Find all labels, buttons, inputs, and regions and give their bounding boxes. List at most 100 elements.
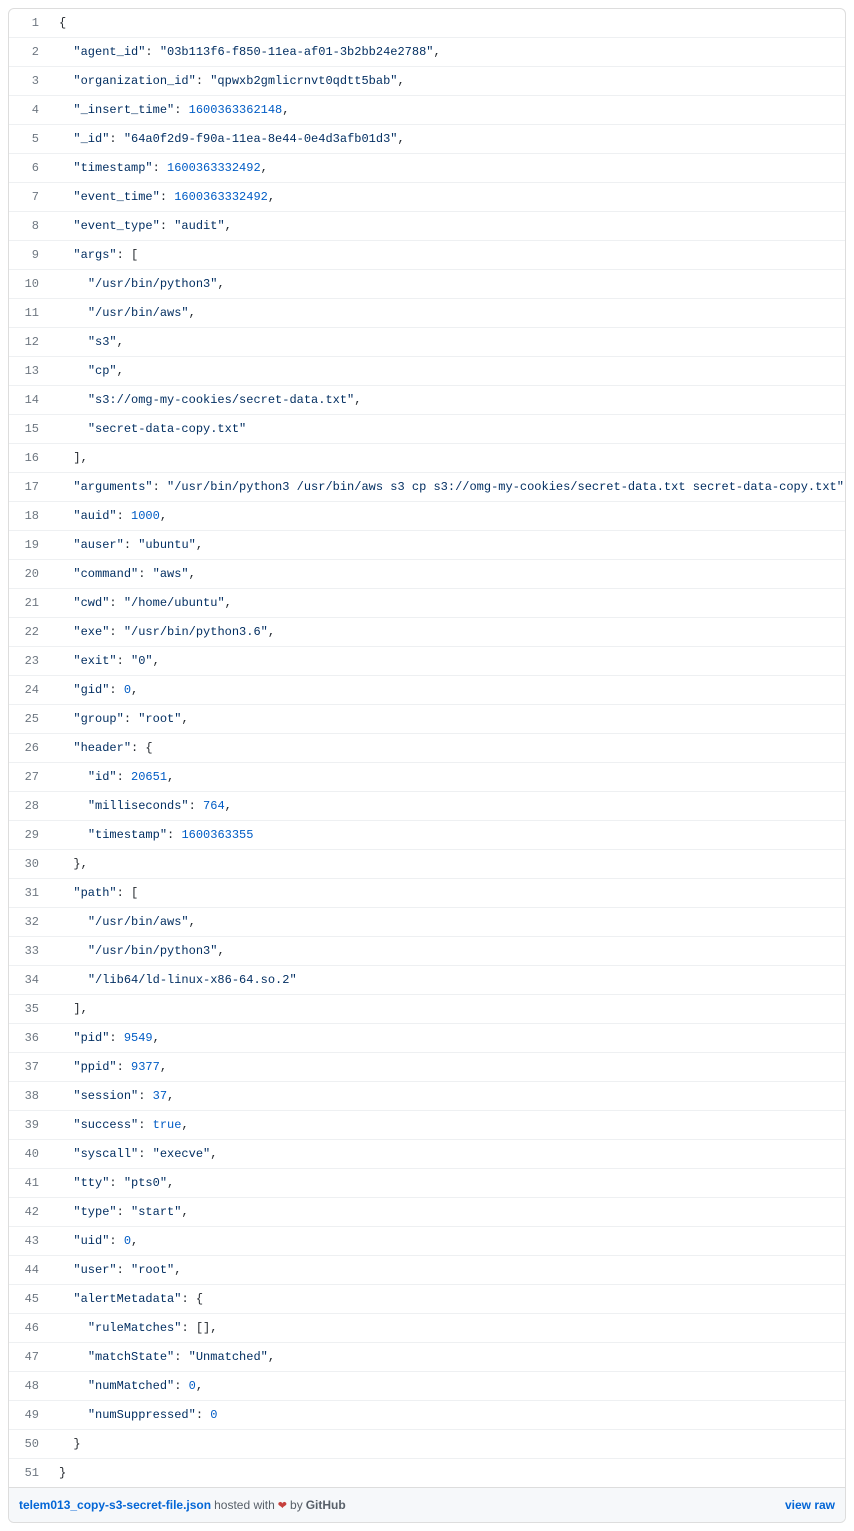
line-content[interactable]: "auid": 1000, bbox=[49, 502, 846, 531]
line-content[interactable]: "timestamp": 1600363332492, bbox=[49, 154, 846, 183]
line-number[interactable]: 29 bbox=[9, 821, 49, 850]
line-content[interactable]: "tty": "pts0", bbox=[49, 1169, 846, 1198]
line-content[interactable]: } bbox=[49, 1430, 846, 1459]
line-content[interactable]: "group": "root", bbox=[49, 705, 846, 734]
line-content[interactable]: "exit": "0", bbox=[49, 647, 846, 676]
line-content[interactable]: "success": true, bbox=[49, 1111, 846, 1140]
line-number[interactable]: 14 bbox=[9, 386, 49, 415]
line-content[interactable]: { bbox=[49, 9, 846, 38]
line-number[interactable]: 9 bbox=[9, 241, 49, 270]
line-number[interactable]: 26 bbox=[9, 734, 49, 763]
line-number[interactable]: 21 bbox=[9, 589, 49, 618]
line-number[interactable]: 12 bbox=[9, 328, 49, 357]
line-content[interactable]: ], bbox=[49, 995, 846, 1024]
line-number[interactable]: 47 bbox=[9, 1343, 49, 1372]
line-number[interactable]: 27 bbox=[9, 763, 49, 792]
line-number[interactable]: 41 bbox=[9, 1169, 49, 1198]
line-content[interactable]: "auser": "ubuntu", bbox=[49, 531, 846, 560]
line-number[interactable]: 51 bbox=[9, 1459, 49, 1488]
line-number[interactable]: 50 bbox=[9, 1430, 49, 1459]
line-number[interactable]: 48 bbox=[9, 1372, 49, 1401]
github-link[interactable]: GitHub bbox=[306, 1498, 346, 1512]
line-content[interactable]: "_insert_time": 1600363362148, bbox=[49, 96, 846, 125]
line-number[interactable]: 49 bbox=[9, 1401, 49, 1430]
line-number[interactable]: 37 bbox=[9, 1053, 49, 1082]
line-number[interactable]: 7 bbox=[9, 183, 49, 212]
line-content[interactable]: "syscall": "execve", bbox=[49, 1140, 846, 1169]
line-number[interactable]: 31 bbox=[9, 879, 49, 908]
line-number[interactable]: 10 bbox=[9, 270, 49, 299]
view-raw-link[interactable]: view raw bbox=[785, 1498, 835, 1512]
line-content[interactable]: "cwd": "/home/ubuntu", bbox=[49, 589, 846, 618]
line-number[interactable]: 36 bbox=[9, 1024, 49, 1053]
line-number[interactable]: 6 bbox=[9, 154, 49, 183]
line-content[interactable]: "id": 20651, bbox=[49, 763, 846, 792]
line-content[interactable]: "command": "aws", bbox=[49, 560, 846, 589]
line-content[interactable]: "organization_id": "qpwxb2gmlicrnvt0qdtt… bbox=[49, 67, 846, 96]
line-content[interactable]: "session": 37, bbox=[49, 1082, 846, 1111]
line-number[interactable]: 24 bbox=[9, 676, 49, 705]
line-content[interactable]: "args": [ bbox=[49, 241, 846, 270]
line-number[interactable]: 15 bbox=[9, 415, 49, 444]
line-content[interactable]: "matchState": "Unmatched", bbox=[49, 1343, 846, 1372]
line-number[interactable]: 20 bbox=[9, 560, 49, 589]
line-number[interactable]: 8 bbox=[9, 212, 49, 241]
line-number[interactable]: 40 bbox=[9, 1140, 49, 1169]
line-content[interactable]: "s3://omg-my-cookies/secret-data.txt", bbox=[49, 386, 846, 415]
line-number[interactable]: 44 bbox=[9, 1256, 49, 1285]
line-content[interactable]: "uid": 0, bbox=[49, 1227, 846, 1256]
line-content[interactable]: "/usr/bin/python3", bbox=[49, 270, 846, 299]
line-number[interactable]: 39 bbox=[9, 1111, 49, 1140]
line-content[interactable]: "numMatched": 0, bbox=[49, 1372, 846, 1401]
line-number[interactable]: 43 bbox=[9, 1227, 49, 1256]
line-content[interactable]: "user": "root", bbox=[49, 1256, 846, 1285]
line-content[interactable]: "path": [ bbox=[49, 879, 846, 908]
line-content[interactable]: "ppid": 9377, bbox=[49, 1053, 846, 1082]
line-number[interactable]: 32 bbox=[9, 908, 49, 937]
filename-link[interactable]: telem013_copy-s3-secret-file.json bbox=[19, 1498, 211, 1512]
line-content[interactable]: "alertMetadata": { bbox=[49, 1285, 846, 1314]
line-number[interactable]: 22 bbox=[9, 618, 49, 647]
line-number[interactable]: 38 bbox=[9, 1082, 49, 1111]
line-content[interactable]: "event_type": "audit", bbox=[49, 212, 846, 241]
line-number[interactable]: 3 bbox=[9, 67, 49, 96]
line-number[interactable]: 42 bbox=[9, 1198, 49, 1227]
line-number[interactable]: 16 bbox=[9, 444, 49, 473]
line-number[interactable]: 13 bbox=[9, 357, 49, 386]
line-number[interactable]: 11 bbox=[9, 299, 49, 328]
line-content[interactable]: } bbox=[49, 1459, 846, 1488]
line-content[interactable]: "header": { bbox=[49, 734, 846, 763]
line-number[interactable]: 19 bbox=[9, 531, 49, 560]
line-content[interactable]: "milliseconds": 764, bbox=[49, 792, 846, 821]
line-content[interactable]: }, bbox=[49, 850, 846, 879]
line-number[interactable]: 35 bbox=[9, 995, 49, 1024]
line-content[interactable]: "s3", bbox=[49, 328, 846, 357]
line-content[interactable]: "pid": 9549, bbox=[49, 1024, 846, 1053]
line-number[interactable]: 28 bbox=[9, 792, 49, 821]
line-number[interactable]: 2 bbox=[9, 38, 49, 67]
line-number[interactable]: 45 bbox=[9, 1285, 49, 1314]
line-content[interactable]: "_id": "64a0f2d9-f90a-11ea-8e44-0e4d3afb… bbox=[49, 125, 846, 154]
line-number[interactable]: 33 bbox=[9, 937, 49, 966]
line-content[interactable]: "/lib64/ld-linux-x86-64.so.2" bbox=[49, 966, 846, 995]
line-number[interactable]: 30 bbox=[9, 850, 49, 879]
line-content[interactable]: "/usr/bin/aws", bbox=[49, 299, 846, 328]
line-content[interactable]: "secret-data-copy.txt" bbox=[49, 415, 846, 444]
line-content[interactable]: "cp", bbox=[49, 357, 846, 386]
line-content[interactable]: "event_time": 1600363332492, bbox=[49, 183, 846, 212]
line-content[interactable]: "numSuppressed": 0 bbox=[49, 1401, 846, 1430]
line-content[interactable]: "exe": "/usr/bin/python3.6", bbox=[49, 618, 846, 647]
line-number[interactable]: 4 bbox=[9, 96, 49, 125]
line-content[interactable]: "/usr/bin/aws", bbox=[49, 908, 846, 937]
line-number[interactable]: 1 bbox=[9, 9, 49, 38]
line-content[interactable]: ], bbox=[49, 444, 846, 473]
line-content[interactable]: "agent_id": "03b113f6-f850-11ea-af01-3b2… bbox=[49, 38, 846, 67]
line-number[interactable]: 18 bbox=[9, 502, 49, 531]
line-content[interactable]: "arguments": "/usr/bin/python3 /usr/bin/… bbox=[49, 473, 846, 502]
line-number[interactable]: 25 bbox=[9, 705, 49, 734]
line-content[interactable]: "timestamp": 1600363355 bbox=[49, 821, 846, 850]
line-number[interactable]: 46 bbox=[9, 1314, 49, 1343]
line-content[interactable]: "ruleMatches": [], bbox=[49, 1314, 846, 1343]
line-content[interactable]: "/usr/bin/python3", bbox=[49, 937, 846, 966]
line-content[interactable]: "gid": 0, bbox=[49, 676, 846, 705]
